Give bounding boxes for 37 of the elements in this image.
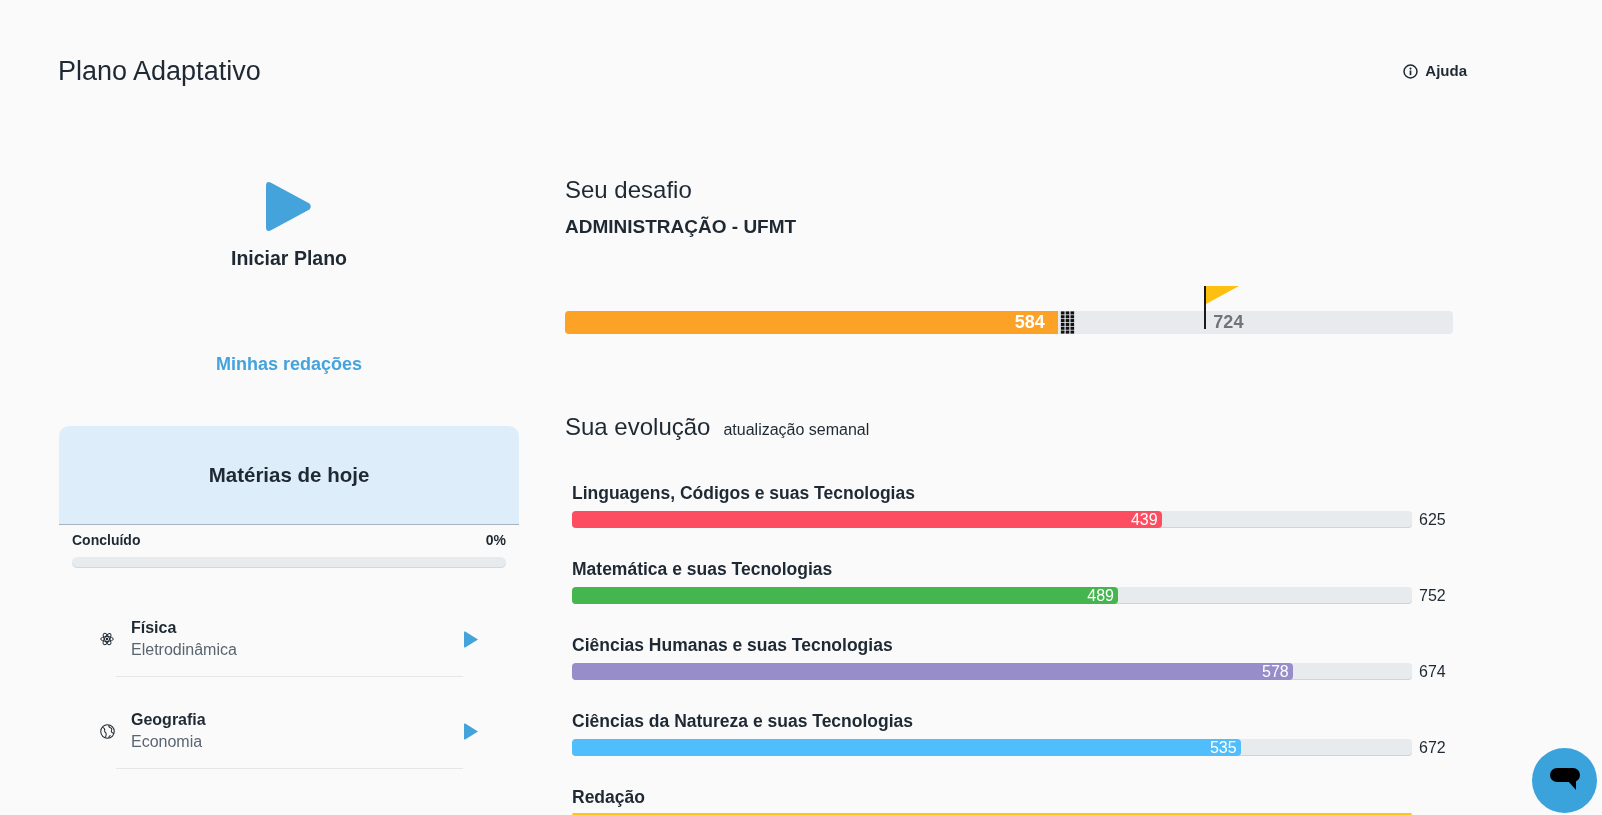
subject-topic: Economia bbox=[131, 732, 204, 752]
play-icon bbox=[266, 180, 312, 233]
card-title: Matérias de hoje bbox=[208, 463, 370, 487]
progress-label: Concluído bbox=[72, 531, 141, 549]
subject-name: Física bbox=[131, 618, 178, 638]
globe-icon bbox=[99, 723, 115, 739]
target-score: 724 bbox=[1213, 311, 1244, 334]
chat-icon bbox=[1549, 767, 1580, 792]
score-value: 535 bbox=[1209, 739, 1237, 756]
target-score: 674 bbox=[1419, 663, 1447, 680]
area-name: Redação bbox=[572, 787, 646, 807]
target-score: 625 bbox=[1419, 511, 1447, 528]
course-name: ADMINISTRAÇÃO - UFMT bbox=[565, 216, 798, 238]
update-note: atualização semanal bbox=[723, 421, 870, 439]
area-name: Matemática e suas Tecnologias bbox=[572, 559, 834, 579]
page-title: Plano Adaptativo bbox=[58, 55, 261, 87]
subject-name: Geografia bbox=[131, 710, 206, 730]
start-plan-button[interactable]: Iniciar Plano bbox=[231, 180, 347, 270]
score-value: 578 bbox=[1262, 663, 1289, 680]
area-name: Ciências Humanas e suas Tecnologias bbox=[572, 635, 894, 655]
section-title: Sua evolução bbox=[565, 413, 711, 441]
score-value: 439 bbox=[1130, 511, 1158, 528]
play-icon[interactable] bbox=[464, 722, 478, 740]
progress-value: 0% bbox=[485, 531, 506, 549]
target-score: 672 bbox=[1419, 739, 1447, 756]
target-score: 752 bbox=[1419, 587, 1447, 604]
info-icon bbox=[1403, 63, 1419, 79]
section-title: Seu desafio bbox=[565, 176, 693, 204]
checkered-icon bbox=[1059, 311, 1075, 334]
play-icon[interactable] bbox=[464, 630, 478, 648]
score-value: 584 bbox=[1014, 311, 1045, 334]
area-name: Linguagens, Códigos e suas Tecnologias bbox=[572, 483, 916, 503]
atom-icon bbox=[100, 632, 114, 646]
score-value: 489 bbox=[1087, 587, 1114, 604]
area-name: Ciências da Natureza e suas Tecnologias bbox=[572, 711, 915, 731]
help-button[interactable]: Ajuda bbox=[1403, 61, 1467, 81]
subject-topic: Eletrodinâmica bbox=[131, 640, 237, 660]
